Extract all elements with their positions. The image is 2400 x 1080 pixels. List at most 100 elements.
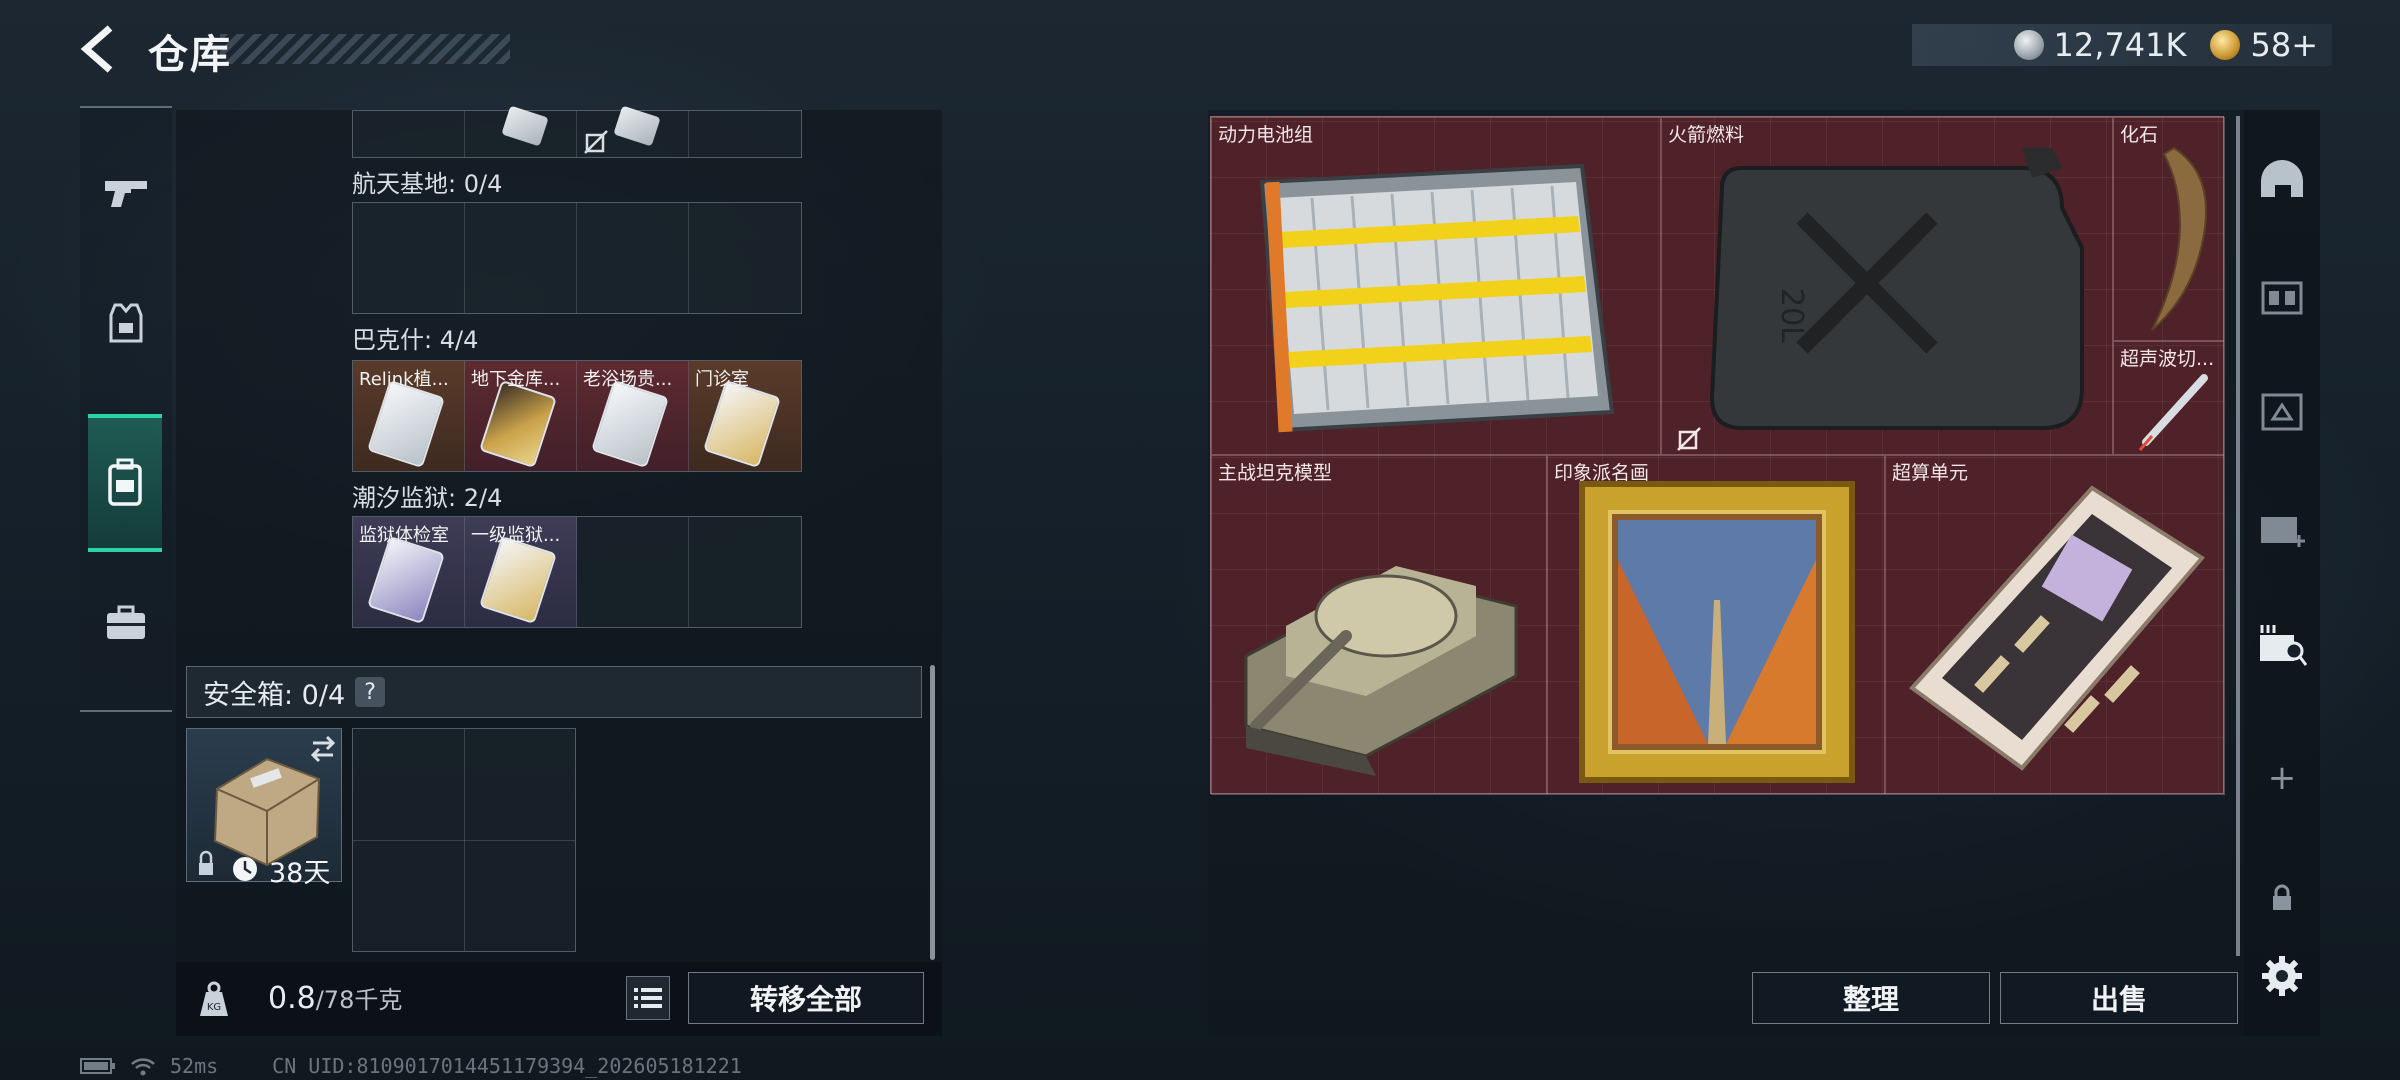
slot[interactable] [689,111,801,157]
safebox-header: 安全箱: 0/4 ? [186,666,922,718]
category-rail [80,106,172,712]
item-name: 门诊室 [695,369,749,390]
ultrasonic-cutter-icon [2138,374,2208,451]
key-card-icon [613,105,661,147]
weight-max: /78千克 [315,986,403,1014]
equipment-rail: + [2244,110,2320,1036]
key-card-icon [501,105,549,147]
gold-coin-icon [2210,30,2241,60]
item-painting[interactable]: 印象派名画 [1547,455,1885,795]
stash-row-tidal-prison: 监狱体检室 一级监狱... [352,516,802,628]
item-ultrasonic-cutter[interactable]: 超声波切... [2113,341,2225,455]
item-battery-pack[interactable]: 动力电池组 [1211,117,1661,455]
battery-pack-icon [1259,163,1615,433]
back-button[interactable] [74,22,128,76]
settings-button[interactable] [2252,946,2312,1006]
item-name: 老浴场贵... [583,369,673,390]
battery-icon [80,1058,115,1074]
currency-secondary-value[interactable]: 58+ [2250,26,2318,64]
item-name: 火箭燃料 [1668,124,1745,146]
empty-slot[interactable] [465,203,577,313]
key-card-icon [478,535,558,625]
rail-weapons[interactable] [90,148,162,238]
rail-helmet[interactable] [2252,150,2312,210]
rail-medkit[interactable] [2252,498,2312,558]
ping-value: 52ms [170,1054,219,1078]
key-slot[interactable]: 老浴场贵... [577,361,689,471]
item-name: 动力电池组 [1218,124,1314,146]
empty-slot[interactable] [577,517,689,627]
medkit-icon [2261,517,2305,547]
currency-bar: 12,741K 58+ [1912,24,2332,66]
title-decoration [220,34,510,64]
item-name: 监狱体检室 [359,525,449,546]
tank-model-icon [1244,566,1518,776]
fossil-claw-icon [2151,146,2207,331]
rail-cases[interactable] [90,578,162,668]
key-slot[interactable]: Relink植... [353,361,465,471]
rail-armor[interactable] [90,278,162,368]
list-icon [634,988,662,1008]
key-slot[interactable]: 监狱体检室 [353,517,465,627]
item-supercomputer-unit[interactable]: 超算单元 [1885,455,2225,795]
weight-current: 0.8 [268,981,316,1016]
key-card-icon [590,379,670,469]
key-slot[interactable]: 一级监狱... [465,517,577,627]
helmet-icon [2261,160,2303,197]
backpack-icon [108,458,142,506]
no-insure-icon [584,130,608,154]
item-name: 超声波切... [2120,348,2215,370]
item-fossil[interactable]: 化石 [2113,117,2225,341]
rail-lock[interactable] [2252,868,2312,928]
help-button[interactable]: ? [355,677,386,707]
empty-slot[interactable] [353,203,465,313]
panel-scrollbar[interactable] [2236,116,2240,956]
item-name: 超算单元 [1892,462,1969,484]
safebox-item[interactable]: 38天 [186,728,342,889]
key-slot[interactable]: 门诊室 [689,361,801,471]
scrollbar[interactable] [930,665,935,960]
gun-icon [105,181,147,207]
key-card-icon [366,379,446,469]
silver-coin-icon [2013,30,2044,60]
list-view-button[interactable] [626,976,670,1020]
weight-readout: 0.8/78千克 [268,980,402,1016]
rail-crate[interactable] [2252,382,2312,442]
item-name: 地下金库... [471,369,561,390]
section-label-tidal-prison: 潮汐监狱: 2/4 [352,484,503,512]
crate-icon [2261,393,2303,431]
slot[interactable] [353,111,465,157]
rail-backpack[interactable] [88,414,162,552]
sort-button[interactable]: 整理 [1752,972,1990,1024]
item-rocket-fuel[interactable]: 20L 火箭燃料 [1661,117,2113,455]
collector-icon [2260,625,2308,666]
section-label-aerospace: 航天基地: 0/4 [352,170,503,198]
empty-slot[interactable] [577,203,689,313]
rail-chest-rig[interactable] [2252,266,2312,326]
safebox-grid[interactable] [352,728,576,952]
safebox-label: 安全箱: 0/4 [203,679,346,711]
rail-collector[interactable] [2252,614,2312,674]
section-label-bakesh: 巴克什: 4/4 [352,326,479,354]
slot[interactable] [577,105,689,157]
item-tank-model[interactable]: 主战坦克模型 [1211,455,1547,795]
item-name: 主战坦克模型 [1218,462,1333,484]
page-title: 仓库 [148,32,232,78]
duration-label: 38天 [269,858,331,889]
slot[interactable] [465,105,577,157]
stash-row-aerospace [352,202,802,314]
transfer-all-button[interactable]: 转移全部 [688,972,924,1024]
fuel-canister-icon: 20L [1709,148,2084,430]
rail-add[interactable]: + [2252,748,2312,808]
settings-icon [2262,956,2302,996]
empty-slot[interactable] [689,203,801,313]
lock-icon [2273,884,2291,910]
key-slot[interactable]: 地下金库... [465,361,577,471]
item-name: Relink植... [359,369,449,390]
uid-text: CN UID:8109017014451179394_202605181221 [272,1054,742,1078]
item-name: 一级监狱... [471,525,561,546]
key-card-icon [702,379,782,469]
sell-button[interactable]: 出售 [2000,972,2238,1024]
stash-row-bakesh: Relink植... 地下金库... 老浴场贵... 门诊室 [352,360,802,472]
empty-slot[interactable] [689,517,801,627]
